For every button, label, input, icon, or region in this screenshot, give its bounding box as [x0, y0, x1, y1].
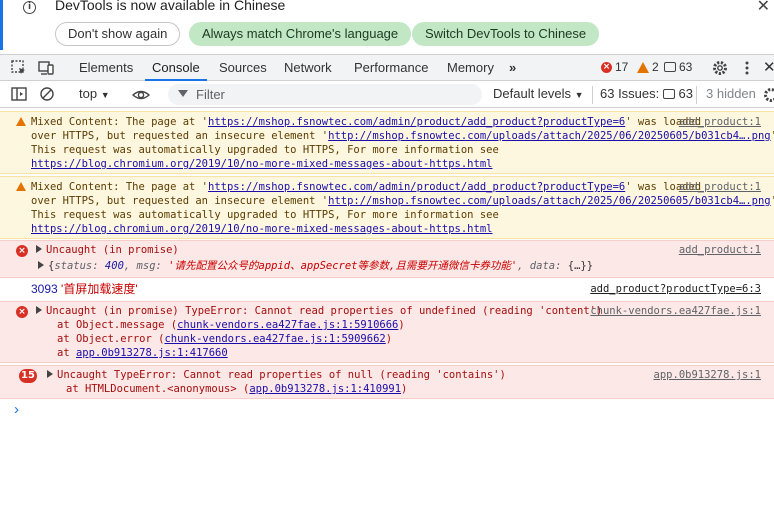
page-url-link[interactable]: https://mshop.fsnowtec.com/admin/product…	[208, 116, 625, 128]
devtools-tabbar: Elements Console Sources Network Perform…	[0, 54, 774, 81]
insecure-resource-link[interactable]: http://mshop.fsnowtec.com/uploads/attach…	[328, 130, 771, 142]
source-link[interactable]: app.0b913278.js:1	[654, 368, 761, 383]
expand-error-toggle[interactable]: Uncaught (in promise)	[36, 243, 179, 258]
language-infobar: i DevTools is now available in Chinese ✕…	[0, 0, 774, 50]
stack-frame-link[interactable]: app.0b913278.js:1:417660	[76, 347, 228, 359]
repeat-count-badge: 15	[19, 369, 37, 383]
console-warning-row: Mixed Content: The page at 'https://msho…	[0, 176, 774, 239]
device-toolbar-icon[interactable]	[37, 59, 55, 77]
warning-icon	[637, 61, 649, 73]
always-match-language-button[interactable]: Always match Chrome's language	[189, 22, 412, 46]
tab-sources[interactable]: Sources	[219, 60, 267, 75]
console-log-row: 3093 '首屏加载速度' add_product?productType=6:…	[31, 282, 761, 297]
error-count-badge[interactable]: × 17	[601, 60, 628, 74]
tab-memory[interactable]: Memory	[447, 60, 494, 75]
divider	[696, 86, 697, 104]
filter-input[interactable]: Filter	[168, 84, 482, 105]
active-tab-indicator	[145, 79, 207, 81]
expand-triangle-icon	[38, 261, 44, 269]
warning-text: This request was automatically upgraded …	[31, 144, 499, 156]
chevron-down-icon: ▼	[574, 90, 584, 100]
warning-count-badge[interactable]: 2	[637, 60, 659, 74]
tab-console[interactable]: Console	[152, 60, 200, 75]
warning-icon	[16, 182, 26, 191]
divider	[592, 86, 593, 104]
close-devtools-icon[interactable]: ✕	[763, 58, 774, 76]
filter-placeholder: Filter	[196, 87, 225, 102]
gear-icon[interactable]	[711, 59, 729, 77]
source-link[interactable]: add_product:1	[679, 115, 761, 130]
inspect-element-icon[interactable]	[10, 59, 28, 77]
more-options-icon[interactable]	[738, 59, 756, 77]
warning-icon	[16, 117, 26, 126]
source-link[interactable]: chunk-vendors.ea427fae.js:1	[590, 304, 761, 319]
console-error-row: 15 Uncaught TypeError: Cannot read prope…	[0, 365, 774, 399]
live-expression-eye-icon[interactable]	[132, 86, 150, 104]
stack-frame-link[interactable]: chunk-vendors.ea427fae.js:1:5909662	[164, 333, 385, 345]
console-error-row: × Uncaught (in promise) {status: 400, ms…	[0, 240, 774, 278]
chevron-down-icon: ▼	[100, 90, 110, 100]
sidebar-toggle-icon[interactable]	[10, 85, 28, 103]
tab-network[interactable]: Network	[284, 60, 332, 75]
chromium-blog-link[interactable]: https://blog.chromium.org/2019/10/no-mor…	[31, 158, 492, 170]
console-error-row: × Uncaught (in promise) TypeError: Canno…	[0, 301, 774, 363]
more-tabs-chevron-icon[interactable]: »	[509, 60, 516, 75]
error-icon: ×	[16, 306, 28, 318]
prompt-chevron-icon: ›	[14, 401, 19, 418]
stack-frame-link[interactable]: chunk-vendors.ea427fae.js:1:5910666	[177, 319, 398, 331]
message-count-badge[interactable]: 63	[664, 60, 692, 74]
switch-to-chinese-button[interactable]: Switch DevTools to Chinese	[412, 22, 600, 46]
expand-error-toggle[interactable]: Uncaught TypeError: Cannot read properti…	[47, 368, 506, 383]
console-settings-gear-icon[interactable]	[762, 86, 774, 104]
hidden-count: 3 hidden	[706, 86, 756, 101]
source-link[interactable]: add_product:1	[679, 180, 761, 195]
context-selector[interactable]: top ▼	[79, 86, 110, 101]
error-object-preview[interactable]: {status: 400, msg: '请先配置公众号的appid、appSec…	[38, 259, 593, 274]
error-icon: ×	[16, 245, 28, 257]
message-icon	[664, 62, 676, 72]
clear-console-icon[interactable]	[38, 85, 56, 103]
tab-performance[interactable]: Performance	[354, 60, 428, 75]
page-url-link[interactable]: https://mshop.fsnowtec.com/admin/product…	[208, 181, 625, 193]
tab-elements[interactable]: Elements	[79, 60, 133, 75]
expand-triangle-icon	[36, 306, 42, 314]
console-prompt[interactable]: ›	[0, 401, 774, 421]
issues-button[interactable]: 63 Issues: 63	[600, 86, 693, 101]
chromium-blog-link[interactable]: https://blog.chromium.org/2019/10/no-mor…	[31, 223, 492, 235]
close-icon[interactable]: ✕	[757, 0, 770, 16]
info-icon: i	[23, 1, 36, 14]
error-icon: ×	[601, 61, 612, 73]
console-warning-row: Mixed Content: The page at 'https://msho…	[0, 111, 774, 174]
source-link[interactable]: add_product?productType=6:3	[590, 282, 761, 297]
warning-text: This request was automatically upgraded …	[31, 209, 499, 221]
filter-icon	[178, 90, 188, 97]
insecure-resource-link[interactable]: http://mshop.fsnowtec.com/uploads/attach…	[328, 195, 771, 207]
source-link[interactable]: add_product:1	[679, 243, 761, 258]
message-icon	[662, 89, 675, 99]
stack-frame-link[interactable]: app.0b913278.js:1:410991	[249, 383, 401, 395]
expand-error-toggle[interactable]: Uncaught (in promise) TypeError: Cannot …	[36, 304, 602, 319]
console-toolbar: top ▼ Filter Default levels ▼ 63 Issues:…	[0, 82, 774, 108]
expand-triangle-icon	[47, 370, 53, 378]
infobar-message: DevTools is now available in Chinese	[55, 0, 286, 13]
dont-show-again-button[interactable]: Don't show again	[55, 22, 181, 46]
expand-triangle-icon	[36, 245, 42, 253]
log-levels-dropdown[interactable]: Default levels ▼	[493, 86, 584, 101]
